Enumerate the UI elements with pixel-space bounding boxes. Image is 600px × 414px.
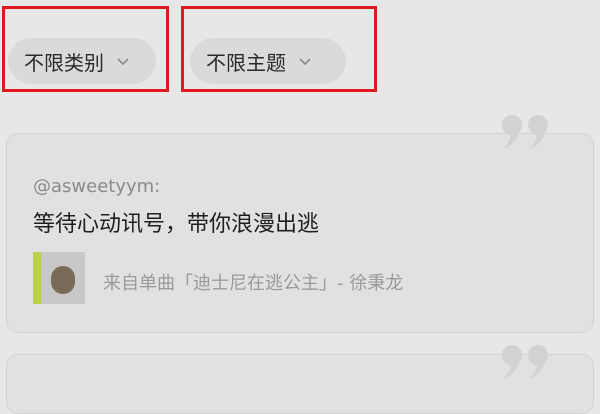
theme-filter-label: 不限主题	[206, 50, 286, 75]
quote-mark-icon	[502, 115, 548, 149]
song-source-text: 来自单曲「迪士尼在逃公主」- 徐秉龙	[103, 273, 404, 294]
song-cover-thumbnail[interactable]	[33, 252, 85, 304]
quote-mark-icon	[502, 345, 548, 379]
category-filter-dropdown[interactable]: 不限类别	[8, 38, 156, 84]
chevron-down-icon	[299, 58, 311, 66]
category-filter-label: 不限类别	[24, 50, 104, 75]
theme-filter-dropdown[interactable]: 不限主题	[190, 38, 346, 84]
quote-card[interactable]: @asweetyym: 等待心动讯号，带你浪漫出逃 来自单曲「迪士尼在逃公主」-…	[6, 133, 594, 333]
card-username: @asweetyym:	[33, 176, 161, 197]
card-content: 等待心动讯号，带你浪漫出逃	[33, 212, 320, 237]
chevron-down-icon	[117, 58, 129, 66]
